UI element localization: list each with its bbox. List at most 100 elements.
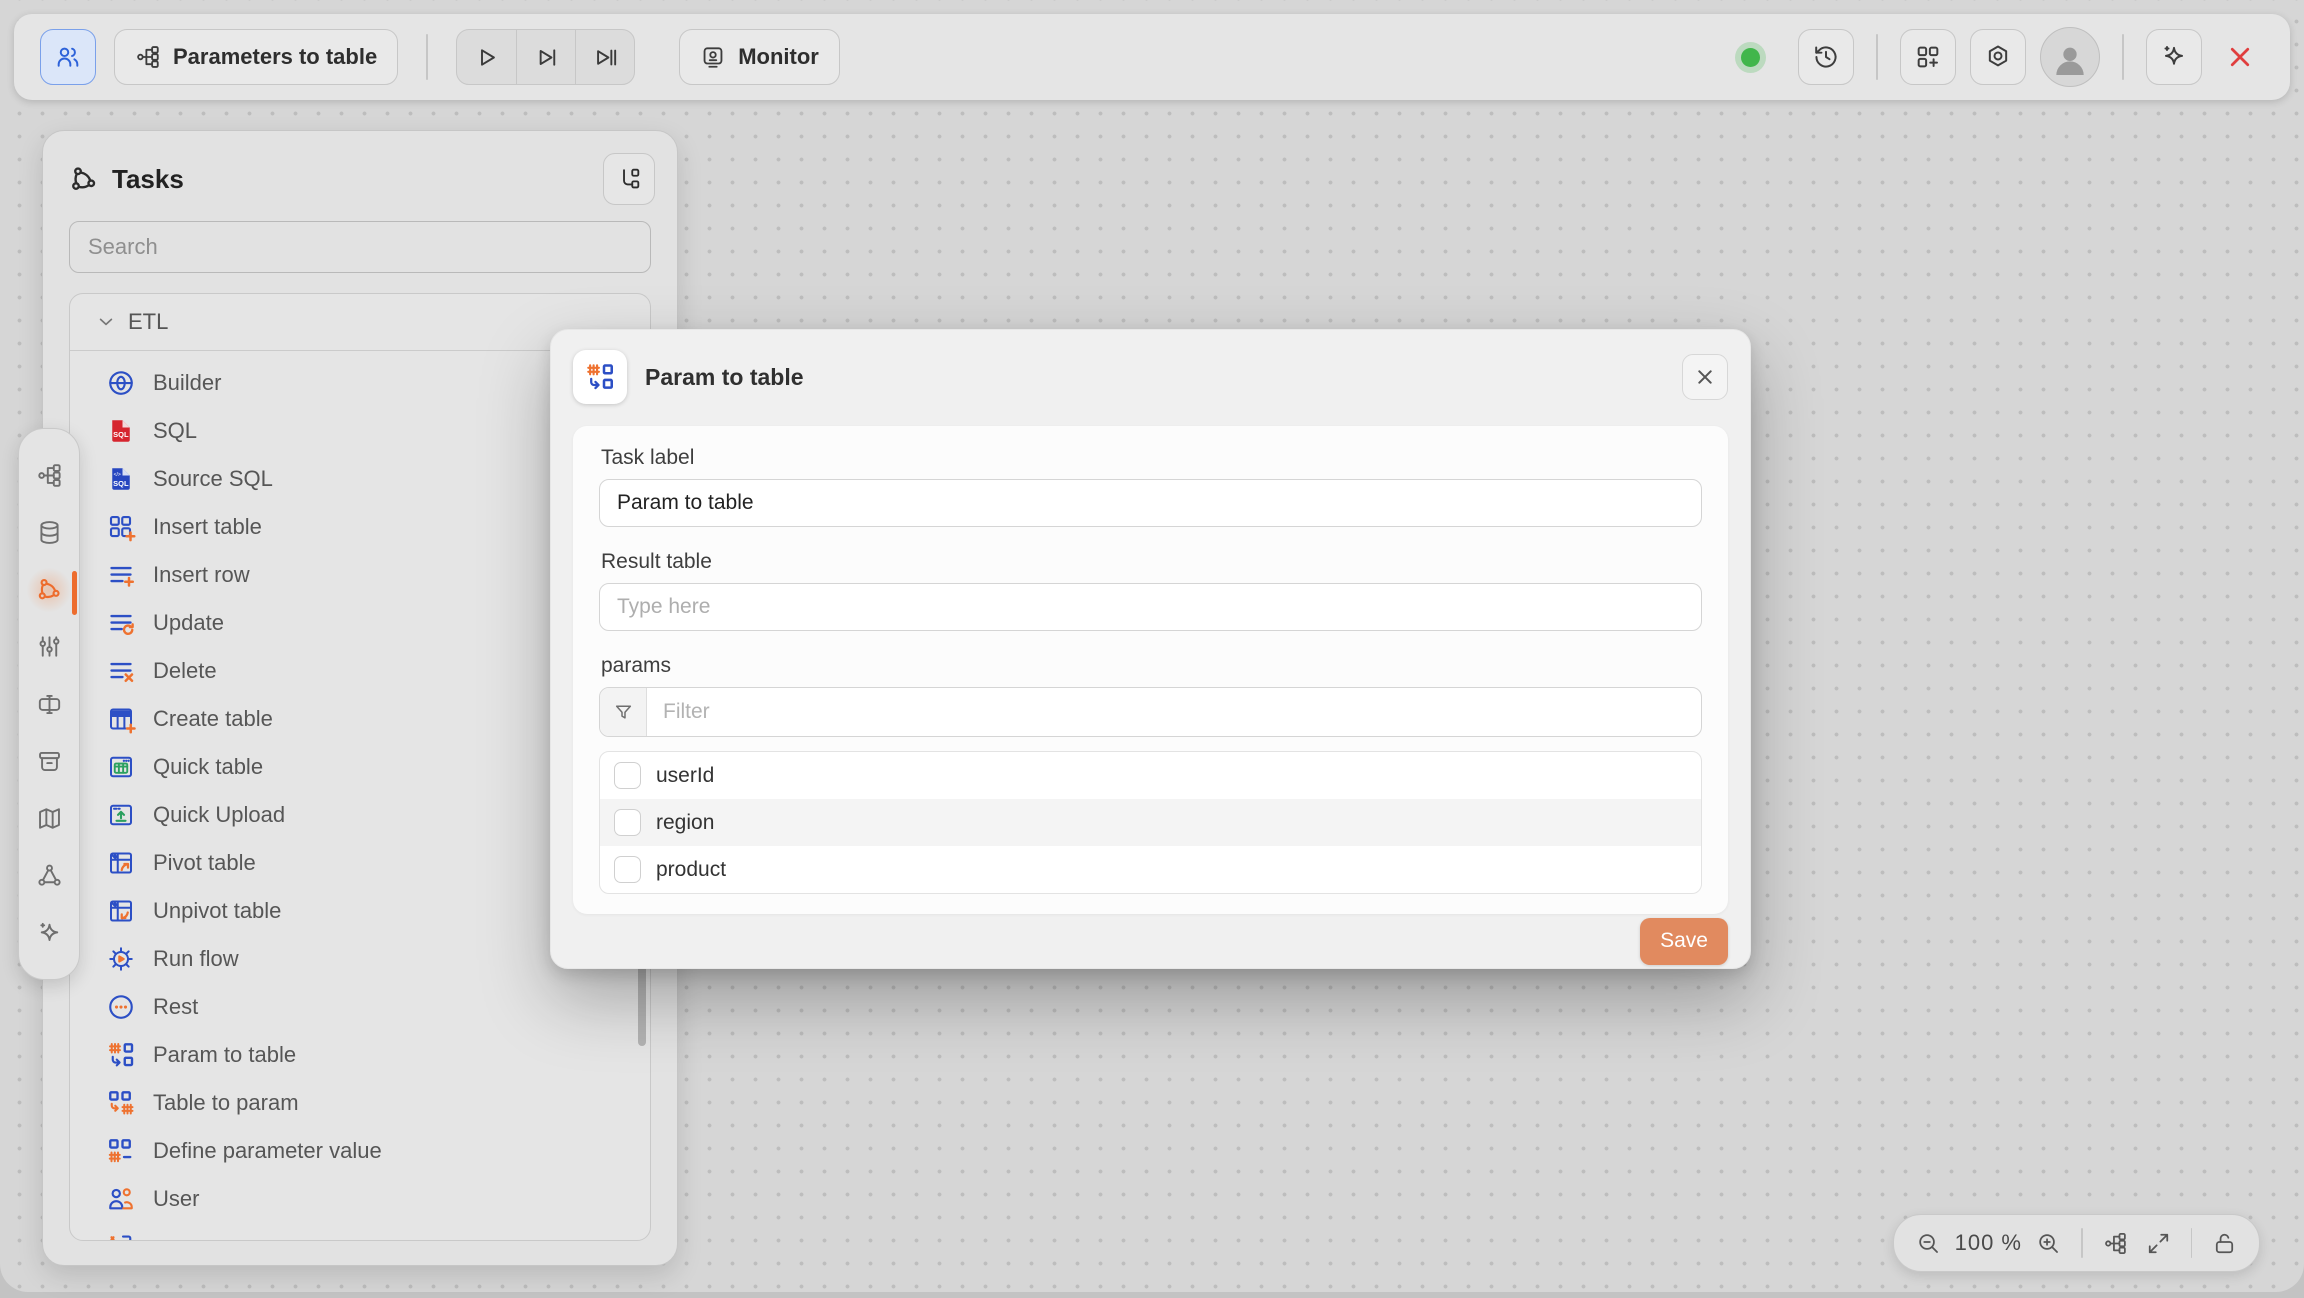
fullscreen-icon [2146,1231,2171,1256]
flow-name-button[interactable]: Parameters to table [114,29,398,85]
tree-icon [616,166,642,192]
param-checkbox[interactable] [614,762,641,789]
step-forward-icon [533,44,560,71]
auto-layout-button[interactable] [2099,1227,2132,1260]
insert-row-icon [106,560,136,590]
task-label-label: Task label [601,446,1702,470]
rail-item-database[interactable] [27,510,71,554]
lock-button[interactable] [2208,1227,2241,1260]
rail-item-sparkles[interactable] [27,911,71,955]
toolbar-divider [426,34,428,80]
active-rail-indicator [72,571,77,615]
flow-name-label: Parameters to table [173,44,377,70]
task-item-label: Define parameter value [153,1138,382,1164]
grid-plus-icon [1914,43,1942,71]
run-button[interactable] [457,30,516,84]
save-button[interactable]: Save [1640,918,1728,965]
task-item[interactable]: Define parameter value [70,1127,650,1175]
sparkles-icon [36,920,63,947]
settings-button[interactable] [1970,29,2026,85]
tasks-icon [69,164,99,194]
dialog-title: Param to table [645,364,1664,391]
rail-item-archive[interactable] [27,739,71,783]
users-button[interactable] [40,29,96,85]
svg-text:SQL: SQL [113,479,129,488]
input-field-icon [36,691,63,718]
zoom-out-button[interactable] [1912,1227,1945,1260]
assistant-button[interactable] [2146,29,2202,85]
param-option-row[interactable]: userId [600,752,1701,799]
params-filter [599,687,1702,737]
param-option-row[interactable]: product [600,846,1701,893]
rail-item-tasks-nodes[interactable] [27,568,71,612]
task-item[interactable]: Param to table [70,1031,650,1079]
canvas-controls: 100 % [1893,1214,2260,1272]
zoom-level: 100 % [1955,1230,2022,1256]
task-item[interactable]: Table to param [70,1079,650,1127]
task-item-label: Table to param [153,1090,299,1116]
task-item[interactable] [70,1223,650,1241]
run-pause-button[interactable] [575,30,634,84]
rail-item-sliders[interactable] [27,625,71,669]
rail-item-input-field[interactable] [27,682,71,726]
flow-icon [36,462,63,489]
task-item-label: Insert table [153,514,262,540]
run-to-task-button[interactable] [516,30,575,84]
param-checkbox[interactable] [614,856,641,883]
params-option-list: userIdregionproduct [599,751,1702,894]
apps-button[interactable] [1900,29,1956,85]
params-filter-input[interactable] [647,688,1701,736]
user-icon [106,1184,136,1214]
task-item-label: Update [153,610,224,636]
gear-icon [1984,43,2012,71]
param-to-table-icon [106,1040,136,1070]
dialog-close-button[interactable] [1682,354,1728,400]
result-table-input[interactable] [599,583,1702,631]
task-item-label: Unpivot table [153,898,281,924]
task-item-label: Delete [153,658,217,684]
task-item-label: Run flow [153,946,239,972]
sliders-icon [36,633,63,660]
nodes-triangle-icon [36,862,63,889]
close-button[interactable] [2216,33,2264,81]
close-icon [2225,42,2255,72]
param-option-row[interactable]: region [600,799,1701,846]
rest-icon [106,992,136,1022]
sql-file-blue-icon: </>SQL [106,464,136,494]
param-checkbox[interactable] [614,809,641,836]
task-label-input[interactable] [599,479,1702,527]
search-input[interactable] [69,221,651,273]
database-icon [36,519,63,546]
avatar-button[interactable] [2040,27,2100,87]
task-item-label: SQL [153,418,197,444]
zoom-in-icon [2036,1231,2061,1256]
zoom-in-button[interactable] [2032,1227,2065,1260]
task-item-label: Create table [153,706,273,732]
pivot-table-icon [106,848,136,878]
chevron-down-icon [96,312,116,332]
quick-upload-icon [106,800,136,830]
lock-open-icon [2212,1231,2237,1256]
table-to-param-icon [106,1088,136,1118]
task-item[interactable]: User [70,1175,650,1223]
svg-text:SQL: SQL [113,430,129,439]
top-toolbar: Parameters to table Monitor [14,14,2290,100]
rail-item-map[interactable] [27,797,71,841]
history-button[interactable] [1798,29,1854,85]
dialog-icon-box [573,350,627,404]
result-table-label: Result table [601,550,1702,574]
rail-item-nodes-triangle[interactable] [27,854,71,898]
rail-item-flow[interactable] [27,453,71,497]
tree-view-button[interactable] [603,153,655,205]
task-item[interactable]: Rest [70,983,650,1031]
monitor-button[interactable]: Monitor [679,29,840,85]
svg-text:</>: </> [114,472,121,478]
zoom-out-icon [1916,1231,1941,1256]
task-item-label: Source SQL [153,466,273,492]
param-to-table-dialog: Param to table Task label Result table p… [550,329,1751,969]
tasks-panel-header: Tasks [43,131,677,205]
clipped-icon [106,1232,136,1241]
tasks-nodes-icon [36,576,63,603]
filter-button[interactable] [600,688,647,736]
fit-view-button[interactable] [2142,1227,2175,1260]
